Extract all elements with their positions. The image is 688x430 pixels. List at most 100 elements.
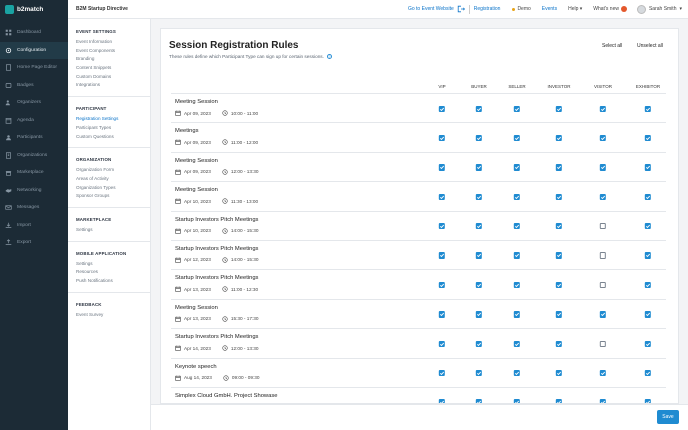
rule-checkbox[interactable] [475,340,483,348]
rule-checkbox[interactable] [475,105,483,112]
rule-checkbox[interactable] [599,370,607,377]
rule-checkbox[interactable] [513,193,521,201]
sidebar-item-networking[interactable]: Networking [0,182,68,200]
rule-checkbox[interactable] [599,105,607,112]
rule-checkbox[interactable] [555,252,563,259]
sidebar-item-dashboard[interactable]: Dashboard [0,24,68,42]
subnav-item-settings[interactable]: Settings [76,226,150,235]
sidebar-item-messages[interactable]: Messages [0,199,68,217]
rule-checkbox[interactable] [438,311,446,318]
rule-checkbox[interactable] [438,134,446,142]
rule-checkbox[interactable] [438,370,446,377]
subnav-item-registration-settings[interactable]: Registration Settings [76,115,150,124]
registration-link[interactable]: Registration [474,6,501,12]
rule-checkbox[interactable] [475,311,483,318]
rule-checkbox[interactable] [438,252,446,259]
rule-checkbox[interactable] [555,340,563,348]
subnav-item-push-notifications[interactable]: Push Notifications [76,277,150,286]
rule-checkbox[interactable] [438,193,446,201]
rule-checkbox[interactable] [555,105,563,112]
save-button[interactable]: Save [657,410,679,424]
rule-checkbox[interactable] [513,252,521,259]
subnav-item-custom-domains[interactable]: Custom Domains [76,73,150,82]
subnav-item-content-snippets[interactable]: Content Snippets [76,64,150,73]
rule-checkbox[interactable] [644,281,652,289]
rule-checkbox[interactable] [555,134,563,142]
rule-checkbox[interactable] [599,281,607,289]
logo[interactable]: b2match [0,0,68,19]
subnav-item-branding[interactable]: Branding [76,55,150,64]
rule-checkbox[interactable] [599,311,607,318]
rule-checkbox[interactable] [513,281,521,289]
go-to-event-link[interactable]: Go to Event Website [408,6,454,12]
rule-checkbox[interactable] [644,252,652,259]
events-link[interactable]: Events [542,6,557,12]
rule-checkbox[interactable] [438,223,446,230]
rule-checkbox[interactable] [513,340,521,348]
rule-checkbox[interactable] [475,252,483,259]
rule-checkbox[interactable] [513,105,521,112]
rule-checkbox[interactable] [475,223,483,230]
rule-checkbox[interactable] [644,311,652,318]
sidebar-item-organizers[interactable]: Organizers [0,94,68,112]
rule-checkbox[interactable] [599,134,607,142]
subnav-item-participant-types[interactable]: Participant Types [76,124,150,133]
rule-checkbox[interactable] [438,281,446,289]
help-menu[interactable]: Help ▾ [568,6,582,12]
rule-checkbox[interactable] [513,134,521,142]
rule-checkbox[interactable] [438,164,446,171]
rule-checkbox[interactable] [555,193,563,201]
rule-checkbox[interactable] [644,105,652,112]
subnav-item-event-survey[interactable]: Event Survey [76,311,150,320]
subnav-item-areas-of-activity[interactable]: Areas of Activity [76,175,150,184]
rule-checkbox[interactable] [644,164,652,171]
rule-checkbox[interactable] [599,223,607,230]
rule-checkbox[interactable] [644,193,652,201]
rule-checkbox[interactable] [644,134,652,142]
rule-checkbox[interactable] [438,105,446,112]
sidebar-item-import[interactable]: Import [0,217,68,235]
rule-checkbox[interactable] [599,340,607,348]
sidebar-item-marketplace[interactable]: Marketplace [0,164,68,182]
sidebar-item-agenda[interactable]: Agenda [0,112,68,130]
rule-checkbox[interactable] [555,370,563,377]
sidebar-item-export[interactable]: Export [0,234,68,252]
subnav-item-settings[interactable]: Settings [76,260,150,269]
sidebar-item-configuration[interactable]: Configuration [0,41,68,59]
rule-checkbox[interactable] [475,370,483,377]
rule-checkbox[interactable] [513,311,521,318]
rule-checkbox[interactable] [475,281,483,289]
rule-checkbox[interactable] [644,223,652,230]
rule-checkbox[interactable] [513,370,521,377]
rule-checkbox[interactable] [599,164,607,171]
rule-checkbox[interactable] [644,370,652,377]
help-icon[interactable]: ? [326,54,332,59]
rule-checkbox[interactable] [599,252,607,259]
sidebar-item-participants[interactable]: Participants [0,129,68,147]
rule-checkbox[interactable] [475,134,483,142]
subnav-item-resources[interactable]: Resources [76,268,150,277]
user-menu[interactable]: Sarah Smith ▾ [636,4,682,14]
subnav-item-organization-types[interactable]: Organization Types [76,184,150,193]
subnav-item-custom-questions[interactable]: Custom Questions [76,133,150,142]
demo-badge[interactable]: Demo [512,6,531,12]
rule-checkbox[interactable] [644,340,652,348]
rule-checkbox[interactable] [438,340,446,348]
select-all-button[interactable]: Select all [602,43,622,49]
sidebar-item-home-page-editor[interactable]: Home Page Editor [0,59,68,77]
sidebar-item-badges[interactable]: Badges [0,77,68,95]
rule-checkbox[interactable] [555,223,563,230]
rule-checkbox[interactable] [599,193,607,201]
rule-checkbox[interactable] [475,164,483,171]
rule-checkbox[interactable] [555,281,563,289]
subnav-item-organization-form[interactable]: Organization Form [76,166,150,175]
rule-checkbox[interactable] [555,311,563,318]
subnav-item-sponsor-groups[interactable]: Sponsor Groups [76,192,150,201]
rule-checkbox[interactable] [475,193,483,201]
unselect-all-button[interactable]: Unselect all [637,43,663,49]
subnav-item-integrations[interactable]: Integrations [76,81,150,90]
rule-checkbox[interactable] [513,164,521,171]
rule-checkbox[interactable] [513,223,521,230]
subnav-item-event-components[interactable]: Event Components [76,47,150,56]
rule-checkbox[interactable] [555,164,563,171]
